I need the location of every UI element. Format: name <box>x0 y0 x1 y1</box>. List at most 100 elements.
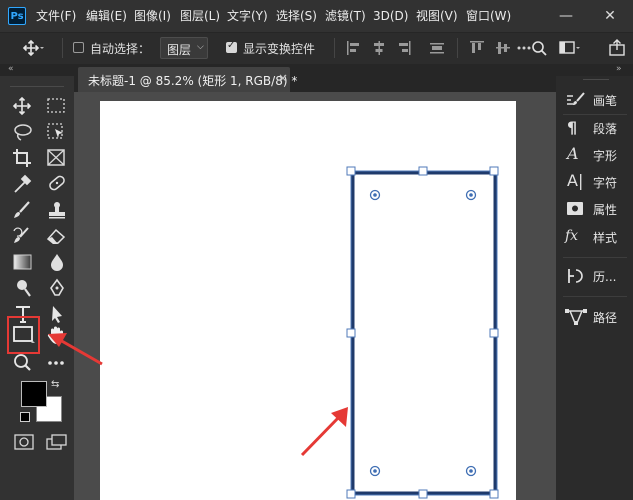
show-transform-label: 显示变换控件 <box>243 42 316 56</box>
glyphs-icon: A <box>567 144 579 163</box>
properties-icon <box>566 201 584 220</box>
align-top-icon[interactable] <box>468 38 486 58</box>
history-brush-tool-icon[interactable] <box>10 225 36 247</box>
transform-handle <box>418 166 428 176</box>
eraser-tool-icon[interactable] <box>44 225 70 247</box>
collapse-panels-icon[interactable]: » <box>616 64 622 74</box>
menu-layer[interactable]: 图层(L) <box>180 0 220 32</box>
lasso-tool-icon[interactable] <box>10 121 36 143</box>
layer-select-value: 图层 <box>167 43 192 57</box>
minimize-button[interactable]: — <box>556 0 576 32</box>
transform-handle <box>418 489 428 499</box>
panel-label: 样式 <box>593 231 618 245</box>
paths-icon <box>564 308 588 329</box>
options-divider <box>62 38 63 58</box>
marquee-tool-icon[interactable] <box>44 95 70 117</box>
quick-mask-icon[interactable] <box>12 432 38 454</box>
panel-divider <box>563 257 627 258</box>
styles-icon: fx <box>565 228 579 244</box>
collapsed-panels-dock <box>556 76 633 500</box>
default-colors-icon[interactable] <box>20 412 30 422</box>
eyedropper-tool-icon[interactable] <box>10 173 36 195</box>
frame-tool-icon[interactable] <box>44 147 70 169</box>
transform-handle <box>489 489 499 499</box>
auto-select-label: 自动选择： <box>90 42 151 56</box>
annotation-arrow <box>300 407 348 457</box>
panel-divider <box>563 296 627 297</box>
chevron-down-icon: ⌵ <box>197 42 204 52</box>
character-icon: A| <box>567 171 584 190</box>
auto-select-target-dropdown[interactable]: 图层 ⌵ <box>160 37 208 59</box>
share-icon[interactable] <box>607 38 629 58</box>
close-window-button[interactable]: ✕ <box>600 0 620 32</box>
panel-paragraph[interactable]: ¶ 段落 <box>563 117 627 139</box>
transform-handle <box>346 328 356 338</box>
options-divider <box>457 38 458 58</box>
clone-stamp-tool-icon[interactable] <box>44 199 70 221</box>
paragraph-icon: ¶ <box>567 118 578 137</box>
object-select-tool-icon[interactable] <box>44 121 70 143</box>
dodge-tool-icon[interactable] <box>10 277 36 299</box>
crop-tool-icon[interactable] <box>10 147 36 169</box>
panel-label: 段落 <box>593 122 618 136</box>
zoom-tool-icon[interactable] <box>10 352 36 374</box>
panel-grip <box>583 79 609 80</box>
menu-edit[interactable]: 编辑(E) <box>86 0 127 32</box>
align-center-icon[interactable] <box>370 38 388 58</box>
align-middle-icon[interactable] <box>494 38 512 58</box>
transform-handle <box>489 328 499 338</box>
swap-colors-icon[interactable]: ⇆ <box>51 379 59 390</box>
rectangle-tool-icon[interactable] <box>11 324 37 346</box>
panel-label: 画笔 <box>593 94 618 108</box>
panel-paths[interactable]: 路径 <box>563 306 627 328</box>
panel-label: 路径 <box>593 311 618 325</box>
toolbar-grip <box>10 86 64 87</box>
menu-filter[interactable]: 滤镜(T) <box>325 0 366 32</box>
show-transform-checkbox[interactable] <box>226 40 237 53</box>
annotation-arrow <box>48 333 103 366</box>
distribute-icon[interactable] <box>428 38 446 58</box>
document-tab-title: 未标题-1 @ 85.2% (矩形 1, RGB/8) * <box>88 74 298 88</box>
panel-brush[interactable]: 画笔 <box>563 89 627 111</box>
brush-panel-icon <box>565 91 587 112</box>
selected-rectangle-shape[interactable] <box>340 160 510 500</box>
panel-label: 属性 <box>593 203 618 217</box>
brush-tool-icon[interactable] <box>10 199 36 221</box>
gradient-tool-icon[interactable] <box>10 251 36 273</box>
move-tool-icon[interactable] <box>10 95 36 117</box>
screen-mode-icon[interactable] <box>44 432 70 454</box>
panel-label: 历... <box>593 270 617 284</box>
collapse-toolbar-icon[interactable]: « <box>8 64 14 74</box>
workspace-icon[interactable] <box>558 38 582 58</box>
panel-character[interactable]: A| 字符 <box>563 171 627 193</box>
panel-label: 字符 <box>593 176 618 190</box>
panel-history[interactable]: 历... <box>563 265 627 287</box>
pen-tool-icon[interactable] <box>44 277 70 299</box>
close-tab-icon[interactable]: × <box>278 71 288 85</box>
menu-view[interactable]: 视图(V) <box>416 0 458 32</box>
foreground-color-swatch[interactable] <box>21 381 47 407</box>
transform-handle <box>489 166 499 176</box>
menu-type[interactable]: 文字(Y) <box>227 0 268 32</box>
menu-file[interactable]: 文件(F) <box>36 0 76 32</box>
align-left-icon[interactable] <box>344 38 362 58</box>
panel-label: 字形 <box>593 149 618 163</box>
blur-tool-icon[interactable] <box>44 251 70 273</box>
panel-properties[interactable]: 属性 <box>563 198 627 220</box>
photoshop-logo-icon: Ps <box>8 7 26 25</box>
history-icon <box>566 267 586 288</box>
panel-styles[interactable]: fx 样式 <box>563 226 627 248</box>
align-right-icon[interactable] <box>395 38 413 58</box>
healing-brush-tool-icon[interactable] <box>44 173 70 195</box>
transform-handle <box>346 166 356 176</box>
menu-image[interactable]: 图像(I) <box>134 0 171 32</box>
panel-divider <box>563 114 627 115</box>
move-tool-preset-icon[interactable] <box>22 39 44 57</box>
menu-3d[interactable]: 3D(D) <box>373 0 408 32</box>
auto-select-checkbox[interactable] <box>73 42 84 53</box>
options-divider <box>334 38 335 58</box>
panel-glyphs[interactable]: A 字形 <box>563 144 627 166</box>
menu-select[interactable]: 选择(S) <box>276 0 317 32</box>
menu-window[interactable]: 窗口(W) <box>466 0 511 32</box>
search-icon[interactable] <box>530 38 548 58</box>
